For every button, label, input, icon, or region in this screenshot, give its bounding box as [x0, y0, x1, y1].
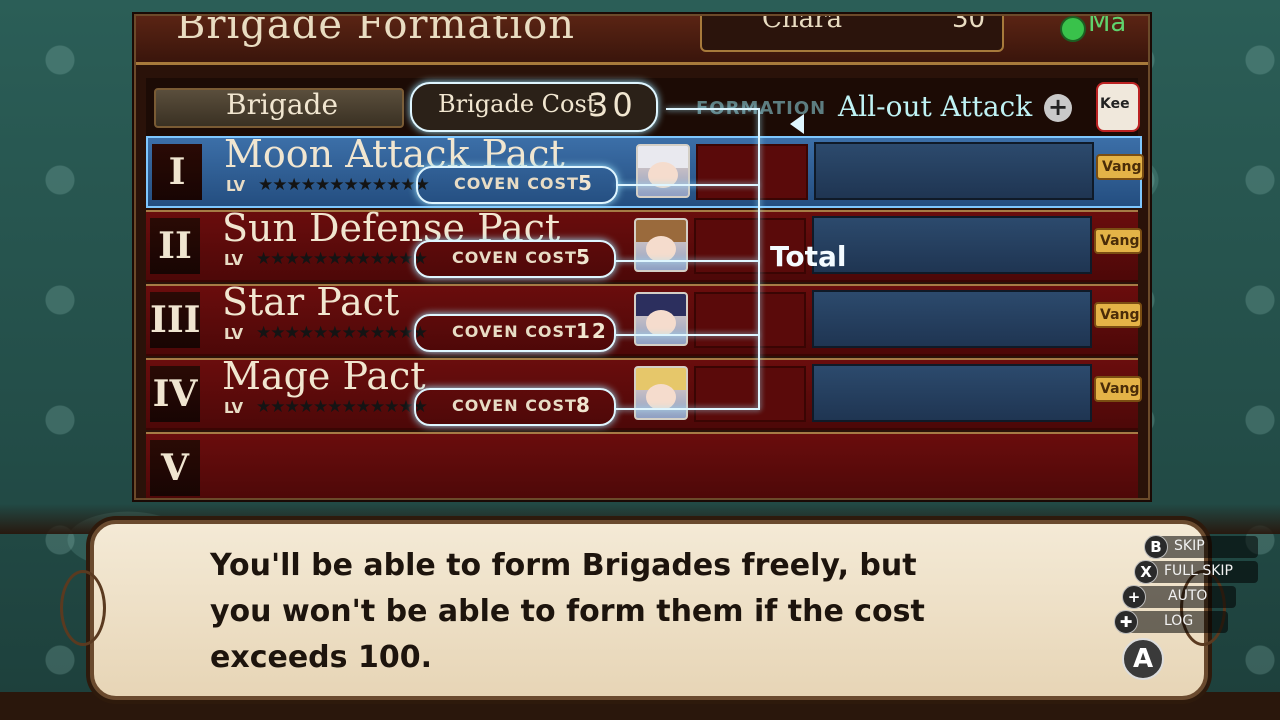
brigade-formation-panel: Brigade Formation Chara 30 Ma Brigade Br… [134, 14, 1150, 500]
connector-trunk [758, 108, 760, 410]
row-numeral: I [152, 144, 202, 200]
member-slot-blue[interactable] [812, 290, 1092, 348]
member-slot[interactable] [694, 292, 806, 348]
dialog-text: You'll be able to form Brigades freely, … [210, 548, 925, 675]
character-portrait[interactable] [634, 292, 688, 346]
level-label: LV [224, 251, 244, 269]
advance-a-button[interactable]: A [1122, 638, 1164, 680]
coven-cost-box: COVEN COST 8 [414, 388, 616, 426]
coven-cost-label: COVEN COST [452, 322, 577, 341]
total-annotation: Total [770, 240, 847, 273]
pact-row-5[interactable]: V [146, 432, 1138, 498]
skip-label: SKIP [1174, 538, 1205, 554]
add-formation-button[interactable]: + [1044, 94, 1072, 122]
b-button-icon: B [1144, 535, 1168, 559]
chara-counter: Chara 30 [700, 14, 1004, 52]
auto-label: AUTO [1168, 588, 1208, 604]
pact-row-1[interactable]: I Moon Attack Pact LV ★★★★★★★★★★★★ COVEN… [146, 132, 1144, 208]
log-control[interactable]: ✚ LOG [1114, 610, 1228, 634]
connector-line [616, 184, 758, 186]
coven-cost-value: 5 [578, 171, 594, 195]
connector-line [616, 408, 758, 410]
coven-cost-box: COVEN COST 5 [414, 240, 616, 278]
member-slot-blue[interactable] [814, 142, 1094, 200]
vanguard-tag: Vang [1094, 376, 1142, 402]
member-slot-blue[interactable] [812, 216, 1092, 274]
connector-line [616, 334, 758, 336]
character-portrait[interactable] [634, 366, 688, 420]
coven-cost-box: COVEN COST 5 [416, 166, 618, 204]
row-numeral: IV [150, 366, 200, 422]
full-skip-control[interactable]: X FULL SKIP [1134, 560, 1258, 584]
extra-counter-label: Ma [1088, 14, 1127, 38]
auto-control[interactable]: + AUTO [1122, 585, 1236, 609]
brigade-tab-label: Brigade [226, 88, 339, 121]
formation-value[interactable]: All-out Attack [838, 90, 1032, 123]
row-numeral: V [150, 440, 200, 496]
keep-label: Kee [1100, 96, 1130, 112]
brigade-cost-box: Brigade Cost 30 [410, 82, 658, 132]
row-numeral: III [150, 292, 201, 348]
connector-to-cost [666, 108, 758, 110]
member-slot[interactable] [694, 366, 806, 422]
chara-label: Chara [762, 14, 843, 34]
pact-row-4[interactable]: IV Mage Pact LV ★★★★★★★★★★★★ COVEN COST … [146, 354, 1142, 430]
level-stars: ★★★★★★★★★★★★ [256, 249, 428, 269]
x-button-icon: X [1134, 560, 1158, 584]
member-slot-blue[interactable] [812, 364, 1092, 422]
coven-cost-label: COVEN COST [454, 174, 579, 193]
row-numeral: II [150, 218, 200, 274]
title-bar: Brigade Formation Chara 30 Ma [136, 16, 1148, 65]
coven-cost-label: COVEN COST [452, 396, 577, 415]
chara-value: 30 [952, 14, 986, 34]
full-skip-label: FULL SKIP [1164, 563, 1233, 579]
page-title: Brigade Formation [176, 14, 576, 48]
character-portrait[interactable] [634, 218, 688, 272]
level-label: LV [224, 399, 244, 417]
pact-row-3[interactable]: III Star Pact LV ★★★★★★★★★★★★ COVEN COST… [146, 280, 1142, 356]
green-orb-icon [1060, 16, 1086, 42]
coven-cost-box: COVEN COST 12 [414, 314, 616, 352]
level-stars: ★★★★★★★★★★★★ [256, 323, 428, 343]
pact-name: Star Pact [222, 280, 400, 324]
level-stars: ★★★★★★★★★★★★ [258, 175, 430, 195]
vanguard-tag: Vang [1094, 228, 1142, 254]
dpad-icon: ✚ [1114, 610, 1138, 634]
vanguard-tag: Vang [1094, 302, 1142, 328]
brigade-tab[interactable]: Brigade [154, 88, 404, 128]
keep-tag[interactable]: Kee [1096, 82, 1140, 132]
skip-control[interactable]: B SKIP [1144, 535, 1258, 559]
character-portrait[interactable] [636, 144, 690, 198]
coven-cost-value: 5 [576, 245, 592, 269]
pact-row-2[interactable]: II Sun Defense Pact LV ★★★★★★★★★★★★ COVE… [146, 206, 1142, 282]
scroll-ornament-left [60, 570, 106, 646]
coven-cost-value: 12 [576, 319, 608, 343]
coven-cost-value: 8 [576, 393, 592, 417]
level-label: LV [224, 325, 244, 343]
brigade-cost-value: 30 [588, 86, 637, 124]
brigade-cost-label: Brigade Cost [438, 90, 597, 118]
plus-button-icon: + [1122, 585, 1146, 609]
pact-name: Mage Pact [222, 354, 426, 398]
connector-line [616, 260, 758, 262]
coven-cost-label: COVEN COST [452, 248, 577, 267]
level-stars: ★★★★★★★★★★★★ [256, 397, 428, 417]
log-label: LOG [1164, 613, 1194, 629]
level-label: LV [226, 177, 246, 195]
vanguard-tag: Vang [1096, 154, 1144, 180]
member-slot[interactable] [696, 144, 808, 200]
